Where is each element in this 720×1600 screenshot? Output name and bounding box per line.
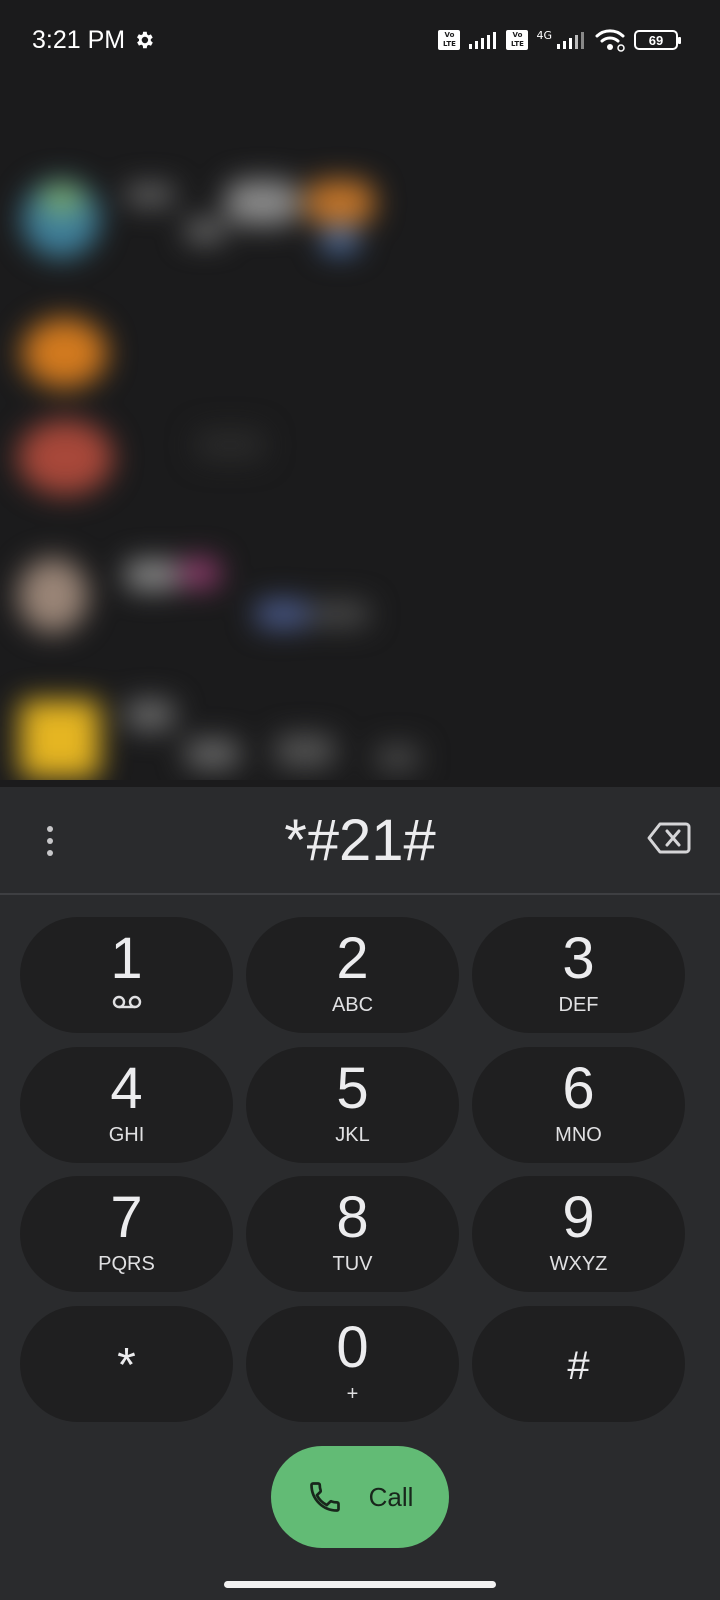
key-letters: TUV — [332, 1253, 373, 1275]
dial-key-3[interactable]: 3 DEF — [472, 917, 685, 1033]
signal-strength-sim1-icon — [469, 32, 497, 49]
key-letters: MNO — [555, 1124, 602, 1146]
voicemail-icon — [112, 995, 141, 1009]
wifi-icon — [595, 29, 625, 52]
dial-key-7[interactable]: 7 PQRS — [20, 1176, 233, 1292]
status-icons: Vo LTE Vo LTE 4G 69 — [438, 28, 681, 52]
key-digit: 7 — [110, 1185, 143, 1250]
key-digit: 5 — [336, 1056, 369, 1121]
key-letters: + — [346, 1383, 359, 1405]
dial-key-hash[interactable]: # — [472, 1306, 685, 1422]
key-digit: 6 — [562, 1056, 595, 1121]
key-digit: 0 — [336, 1315, 369, 1380]
key-letters: DEF — [558, 994, 599, 1016]
battery-indicator: 69 — [634, 30, 681, 50]
dial-key-1[interactable]: 1 — [20, 917, 233, 1033]
dialer-screen: 3:21 PM Vo LTE Vo LTE 4G 69 *#21# 1 2 AB… — [0, 0, 720, 1600]
network-type-label: 4G — [536, 28, 552, 42]
dialpad-panel: *#21# 1 2 ABC 3 DEF 4 GHI 5 JKL 6 MNO 7 … — [0, 787, 720, 1600]
dial-key-4[interactable]: 4 GHI — [20, 1047, 233, 1163]
key-digit: 8 — [336, 1185, 369, 1250]
volte-badge-sim1: Vo LTE — [438, 30, 461, 50]
dial-key-8[interactable]: 8 TUV — [246, 1176, 459, 1292]
call-button-label: Call — [368, 1481, 414, 1512]
key-digit: 1 — [110, 926, 143, 991]
dial-key-2[interactable]: 2 ABC — [246, 917, 459, 1033]
home-indicator[interactable] — [224, 1581, 496, 1588]
key-letters: WXYZ — [549, 1253, 608, 1275]
call-button[interactable]: Call — [271, 1446, 449, 1548]
key-letters: PQRS — [98, 1253, 155, 1275]
dial-key-0[interactable]: 0 + — [246, 1306, 459, 1422]
backspace-icon[interactable] — [646, 815, 692, 861]
blurred-content — [0, 80, 720, 780]
dial-key-star[interactable]: * — [20, 1306, 233, 1422]
key-digit: * — [117, 1339, 136, 1392]
key-digit: 2 — [336, 926, 369, 991]
digits-row: *#21# — [0, 787, 720, 895]
key-letters: JKL — [335, 1124, 370, 1146]
volte-badge-sim2: Vo LTE — [506, 30, 529, 50]
more-options-button[interactable] — [30, 813, 70, 869]
more-dot — [47, 826, 53, 832]
signal-strength-sim2-icon — [557, 32, 584, 49]
key-digit: 9 — [562, 1185, 595, 1250]
dial-key-5[interactable]: 5 JKL — [246, 1047, 459, 1163]
key-letters: ABC — [331, 994, 374, 1016]
key-digit: 4 — [110, 1056, 143, 1121]
battery-level: 69 — [648, 32, 664, 48]
dial-key-6[interactable]: 6 MNO — [472, 1047, 685, 1163]
more-dot — [47, 850, 53, 856]
status-time: 3:21 PM — [32, 25, 126, 54]
phone-icon — [309, 1482, 340, 1512]
dial-key-9[interactable]: 9 WXYZ — [472, 1176, 685, 1292]
key-digit: # — [567, 1344, 590, 1388]
key-letters: GHI — [108, 1124, 145, 1146]
status-left: 3:21 PM — [32, 26, 155, 55]
settings-gear-icon — [137, 31, 153, 49]
key-digit: 3 — [562, 926, 595, 991]
status-bar: 3:21 PM Vo LTE Vo LTE 4G 69 — [0, 0, 720, 80]
more-dot — [47, 838, 53, 844]
dialed-number-field[interactable]: *#21# — [120, 797, 600, 885]
blurred-recents-list — [0, 80, 720, 780]
